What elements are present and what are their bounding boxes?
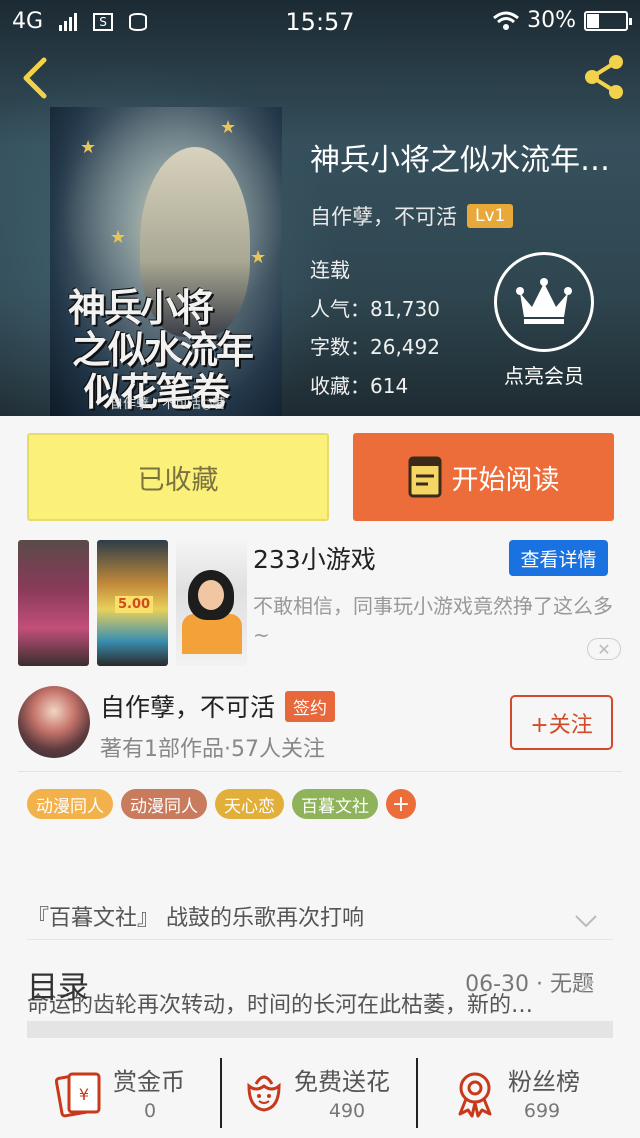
ad-description[interactable]: 不敢相信，同事玩小游戏竟然挣了这么多~ — [253, 592, 628, 650]
ad-thumb-2[interactable]: 5.00 — [97, 540, 168, 666]
share-button[interactable] — [580, 52, 628, 102]
flower-icon — [247, 1075, 281, 1112]
expand-chevron-icon[interactable] — [574, 914, 598, 928]
fan-ranking-button[interactable]: 粉丝榜 699 — [450, 1050, 600, 1138]
author-card-name: 自作孽，不可活 — [100, 693, 276, 722]
battery-percent: 30% — [527, 8, 576, 33]
book-header: 4G S 15:57 30% ★ ★ ★ ★ 神兵小将 之似水流年 似花笔卷 自… — [0, 0, 640, 416]
vip-button[interactable]: 点亮会员 — [493, 252, 595, 389]
book-synopsis[interactable]: 『百暮文社』 战鼓的乐歌再次打响 命运的齿轮再次转动，时间的长河在此枯萎，新的… — [27, 846, 607, 1049]
level-badge: Lv1 — [467, 204, 514, 228]
vip-label: 点亮会员 — [504, 364, 584, 388]
tag-list: 动漫同人 动漫同人 天心恋 百暮文社 + — [27, 789, 416, 819]
divider — [416, 1058, 418, 1128]
divider — [220, 1058, 222, 1128]
battery-icon — [584, 10, 632, 31]
ad-close-icon[interactable]: ✕ — [587, 638, 621, 660]
wifi-icon — [493, 11, 520, 30]
toc-title[interactable]: 目录 — [27, 962, 89, 1007]
tag[interactable]: 百暮文社 — [292, 789, 378, 819]
divider — [27, 939, 613, 940]
author-stats: 著有1部作品·57人关注 — [100, 737, 325, 762]
chevron-right-icon[interactable] — [580, 971, 594, 993]
send-flowers-button[interactable]: 免费送花 490 — [239, 1050, 409, 1138]
section-separator — [27, 1021, 613, 1038]
bottom-bar: ¥ 赏金币 0 免费送花 490 粉丝榜 699 — [0, 1050, 640, 1138]
tag[interactable]: 动漫同人 — [27, 789, 113, 819]
collect-button[interactable]: 已收藏 — [27, 433, 329, 521]
reward-coins-button[interactable]: ¥ 赏金币 0 — [55, 1050, 205, 1138]
book-icon — [408, 456, 441, 498]
author-avatar[interactable] — [18, 686, 90, 758]
follow-button[interactable]: +关注 — [510, 695, 613, 750]
latest-chapter[interactable]: 06-30 · 无题 — [465, 966, 594, 998]
book-cover[interactable]: ★ ★ ★ ★ 神兵小将 之似水流年 似花笔卷 自作孽，不可活○著 — [50, 107, 282, 416]
book-author[interactable]: 自作孽，不可活 — [310, 201, 457, 231]
crown-icon — [516, 278, 572, 324]
red-envelope-icon: ¥ — [55, 1072, 101, 1118]
tag[interactable]: 动漫同人 — [121, 789, 207, 819]
divider — [18, 771, 622, 772]
ad-images[interactable]: 5.00 — [18, 540, 247, 666]
ad-thumb-1[interactable] — [18, 540, 89, 666]
cover-author-art: 自作孽，不可活○著 — [110, 397, 226, 412]
add-tag-button[interactable]: + — [386, 789, 416, 819]
tag[interactable]: 天心恋 — [215, 789, 284, 819]
svg-text:¥: ¥ — [79, 1085, 89, 1104]
book-title: 神兵小将之似水流年… — [310, 143, 610, 178]
ad-thumb-3[interactable] — [176, 540, 247, 666]
start-reading-button[interactable]: 开始阅读 — [353, 433, 614, 521]
author-card-name-row[interactable]: 自作孽，不可活 签约 — [100, 688, 336, 724]
status-bar: 4G S 15:57 30% — [0, 0, 640, 44]
ad-title[interactable]: 233小游戏 — [253, 540, 376, 576]
signed-badge: 签约 — [285, 690, 336, 722]
ad-detail-button[interactable]: 查看详情 — [509, 540, 608, 576]
back-button[interactable] — [14, 52, 58, 102]
